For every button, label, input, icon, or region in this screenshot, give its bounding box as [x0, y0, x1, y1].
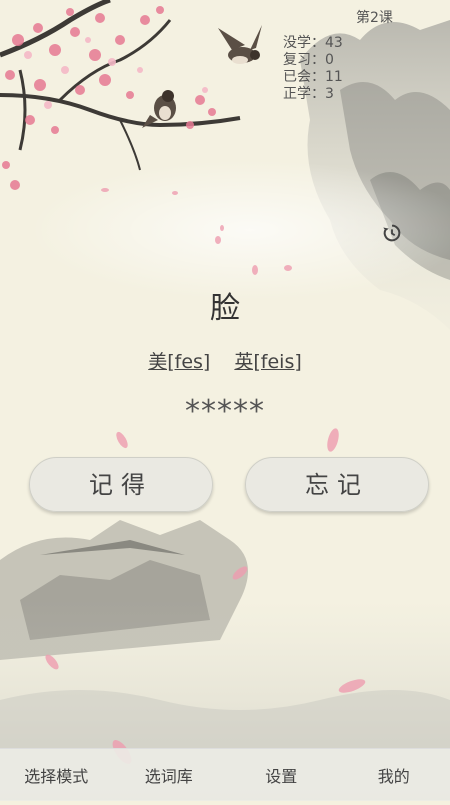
stat-not-learned: 没学：43 — [283, 35, 343, 52]
tab-settings[interactable]: 设置 — [225, 749, 338, 801]
tab-select-wordbank[interactable]: 选词库 — [113, 749, 226, 801]
forget-button[interactable]: 忘记 — [245, 457, 429, 512]
remember-button[interactable]: 记得 — [29, 457, 213, 512]
tab-select-mode[interactable]: 选择模式 — [0, 749, 113, 801]
learning-stats: 没学：43 复习：0 已会：11 正学：3 — [283, 35, 343, 103]
masked-meaning[interactable]: ***** — [0, 394, 450, 429]
history-icon[interactable] — [381, 222, 403, 244]
bottom-tab-bar: 选择模式 选词库 设置 我的 — [0, 748, 450, 801]
phonetic-us-link[interactable]: 美[fes] — [148, 351, 210, 373]
stat-known: 已会：11 — [283, 69, 343, 86]
stat-review: 复习：0 — [283, 52, 343, 69]
lesson-label: 第2课 — [356, 7, 393, 27]
tab-mine[interactable]: 我的 — [338, 749, 450, 801]
stat-learning: 正学：3 — [283, 86, 343, 103]
phonetics: 美[fes] 英[feis] — [0, 347, 450, 374]
word-text: 脸 — [0, 283, 450, 327]
phonetic-uk-link[interactable]: 英[feis] — [234, 351, 301, 373]
